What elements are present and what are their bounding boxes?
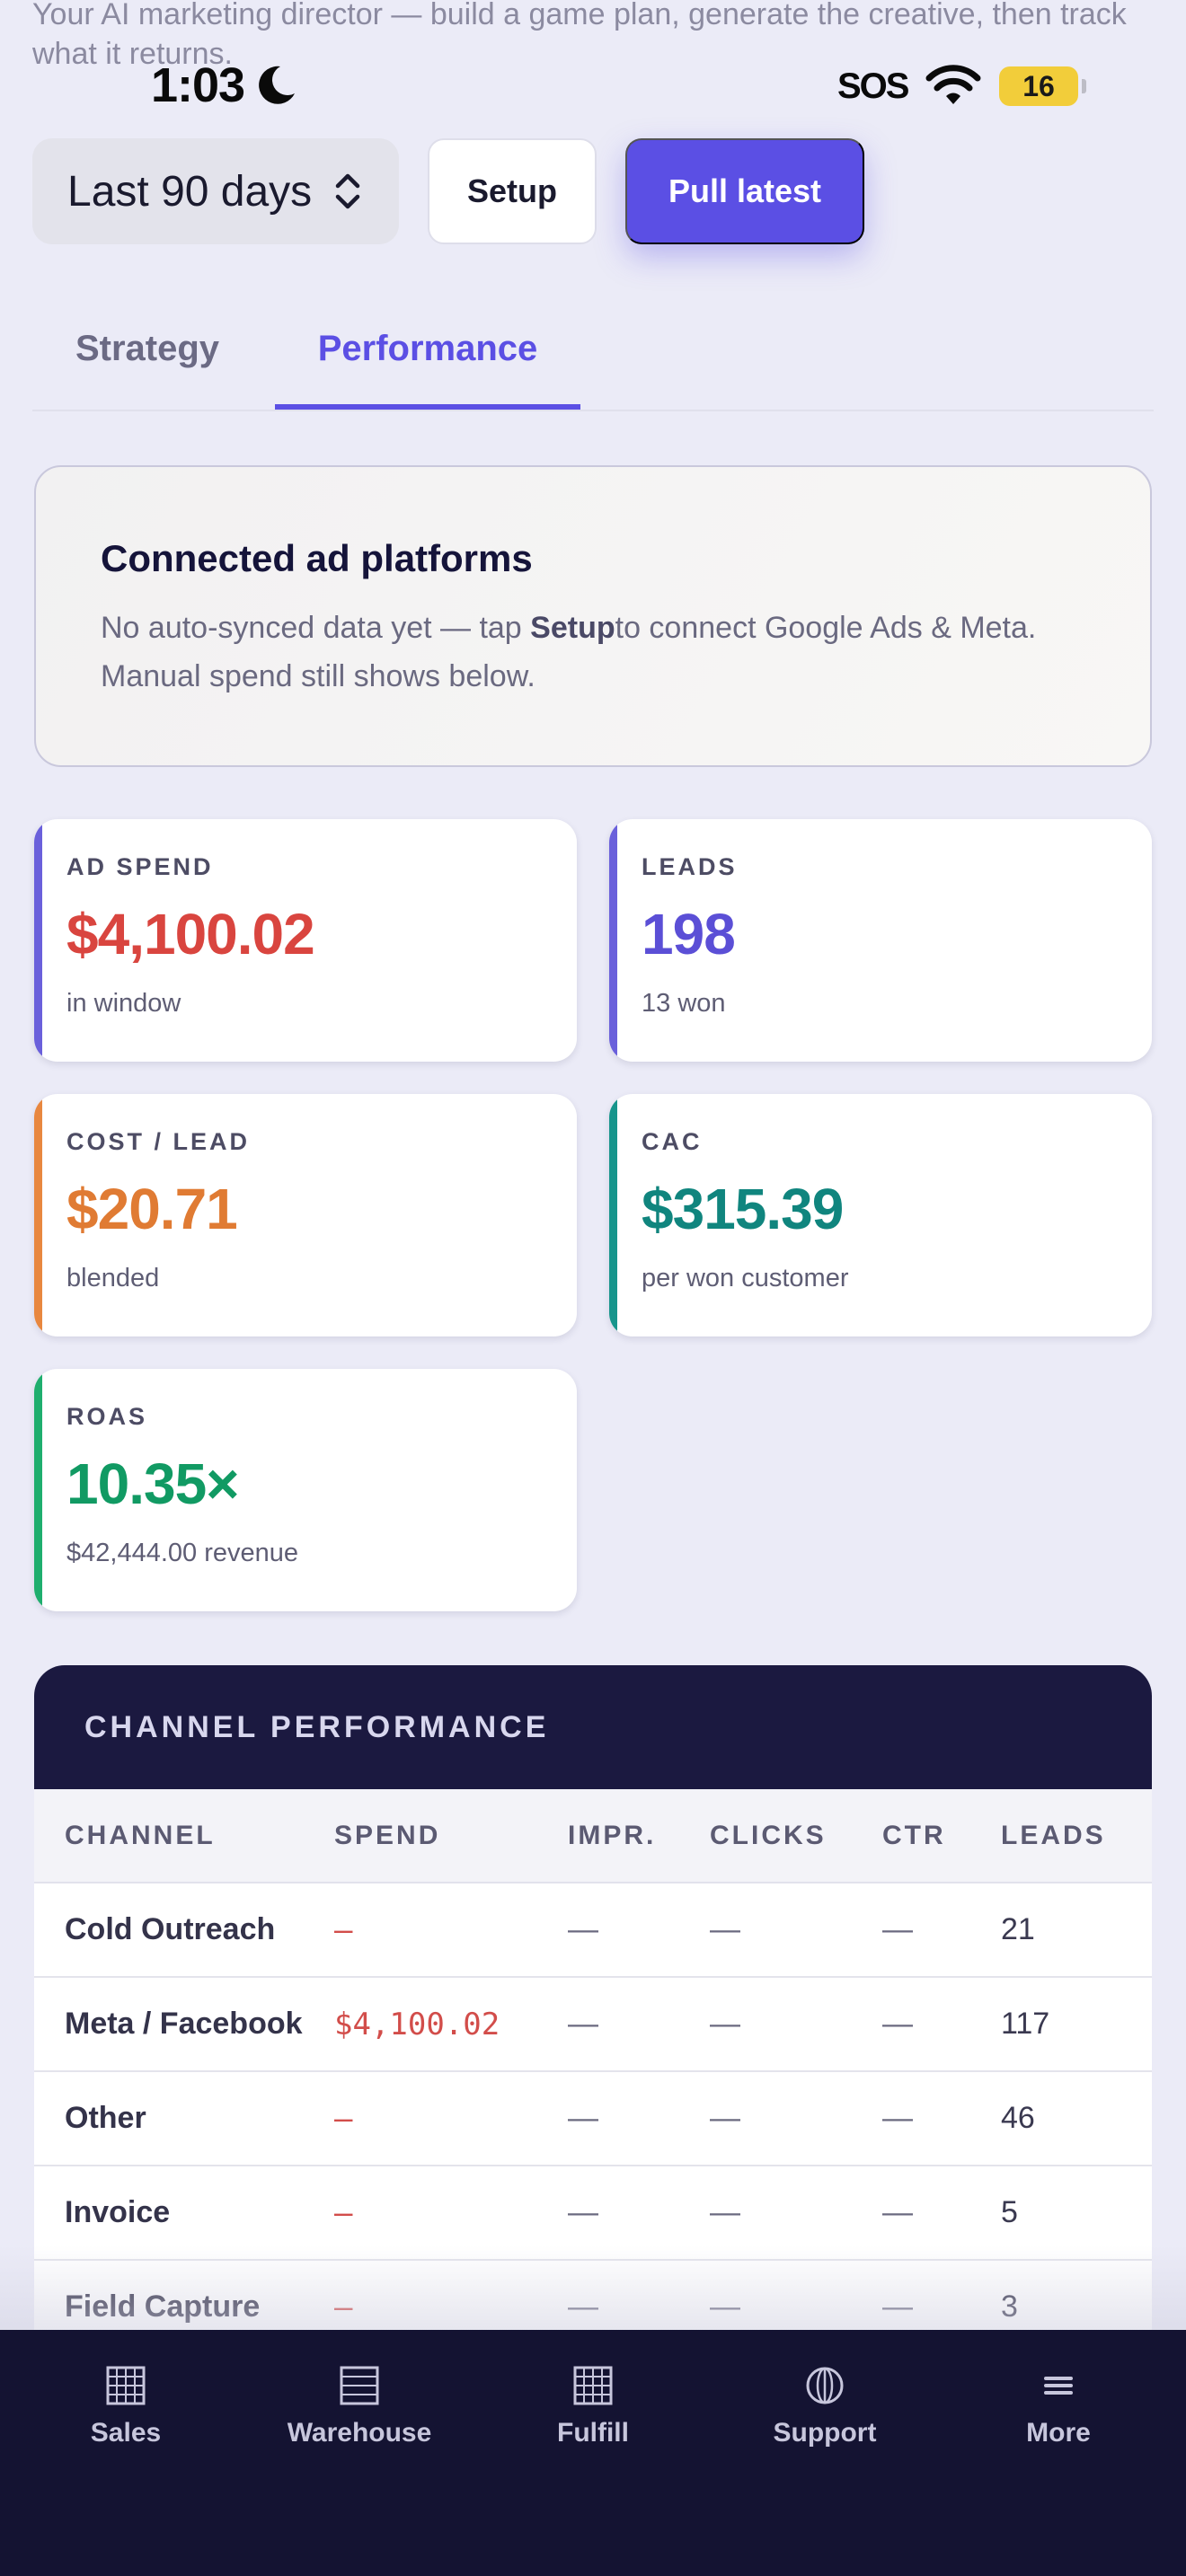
cell-leads: 46 <box>1001 2071 1152 2166</box>
status-time: 1:03 <box>151 58 245 112</box>
grid-icon <box>573 2366 613 2405</box>
cell-clicks: — <box>710 2071 882 2166</box>
globe-icon <box>806 2367 844 2404</box>
kpi-sub: 13 won <box>642 989 726 1018</box>
status-bar: 1:03 SOS 16 <box>0 54 1186 117</box>
tab-strategy[interactable]: Strategy <box>32 305 262 410</box>
column-header-leads[interactable]: LEADS <box>1001 1789 1152 1883</box>
cell-impressions: — <box>568 2071 710 2166</box>
list-icon <box>340 2366 379 2405</box>
kpi-ad-spend: AD SPEND $4,100.02 in window <box>34 819 577 1062</box>
kpi-value: $4,100.02 <box>66 902 315 966</box>
cell-impressions: — <box>568 1883 710 1978</box>
connected-platforms-card: Connected ad platforms No auto-synced da… <box>34 465 1152 767</box>
kpi-sub: in window <box>66 989 181 1018</box>
cell-channel: Meta / Facebook <box>34 1977 334 2072</box>
kpi-cost-per-lead: COST / LEAD $20.71 blended <box>34 1094 577 1337</box>
date-range-label: Last 90 days <box>67 167 313 216</box>
kpi-label: AD SPEND <box>66 853 214 880</box>
cell-ctr: — <box>882 1883 1001 1978</box>
kpi-sub: blended <box>66 1264 160 1292</box>
cell-clicks: — <box>710 2166 882 2261</box>
cell-spend: — <box>334 2166 568 2261</box>
kpi-value: 198 <box>642 902 736 966</box>
cell-spend: — <box>334 1883 568 1978</box>
table-row[interactable]: Cold Outreach — — — — 21 <box>34 1883 1152 1978</box>
kpi-value: 10.35× <box>66 1451 240 1516</box>
channel-table: CHANNEL SPEND IMPR. CLICKS CTR LEADS Col… <box>34 1789 1152 2355</box>
kpi-label: COST / LEAD <box>66 1128 251 1155</box>
cell-clicks: — <box>710 1977 882 2072</box>
kpi-label: CAC <box>642 1128 703 1155</box>
wifi-icon <box>925 65 981 104</box>
cell-leads: 5 <box>1001 2166 1152 2261</box>
table-row[interactable]: Invoice — — — — 5 <box>34 2166 1152 2261</box>
cell-impressions: — <box>568 1977 710 2072</box>
nav-item-more[interactable]: More <box>969 2366 1148 2448</box>
cell-spend: — <box>334 2071 568 2166</box>
kpi-roas: ROAS 10.35× $42,444.00 revenue <box>34 1369 577 1611</box>
kpi-leads: LEADS 198 13 won <box>609 819 1152 1062</box>
grid-icon <box>106 2366 146 2405</box>
cell-channel: Invoice <box>34 2166 334 2261</box>
status-carrier: SOS <box>837 66 909 106</box>
column-header-channel[interactable]: CHANNEL <box>34 1789 334 1883</box>
setup-button[interactable]: Setup <box>428 138 597 244</box>
cell-ctr: — <box>882 1977 1001 2072</box>
chevron-up-down-icon <box>335 173 360 209</box>
table-header-row: CHANNEL SPEND IMPR. CLICKS CTR LEADS <box>34 1789 1152 1883</box>
kpi-value: $20.71 <box>66 1177 238 1241</box>
kpi-sub: per won customer <box>642 1264 849 1292</box>
column-header-ctr[interactable]: CTR <box>882 1789 1001 1883</box>
setup-link[interactable]: Setup <box>530 611 615 645</box>
cell-leads: 21 <box>1001 1883 1152 1978</box>
nav-item-sales[interactable]: Sales <box>36 2366 216 2448</box>
moon-icon <box>259 66 295 104</box>
channel-performance-title: CHANNEL PERFORMANCE <box>34 1665 1152 1789</box>
cell-channel: Other <box>34 2071 334 2166</box>
menu-icon <box>1044 2377 1073 2395</box>
nav-label: Sales <box>90 2418 162 2448</box>
kpi-cac: CAC $315.39 per won customer <box>609 1094 1152 1337</box>
cell-clicks: — <box>710 1883 882 1978</box>
date-range-select[interactable]: Last 90 days <box>32 138 399 244</box>
kpi-label: ROAS <box>66 1403 148 1430</box>
connected-platforms-body: No auto-synced data yet — tap Setupto co… <box>101 611 1037 693</box>
nav-item-warehouse[interactable]: Warehouse <box>270 2366 449 2448</box>
battery-indicator: 16 <box>999 66 1086 106</box>
connected-platforms-title: Connected ad platforms <box>101 537 533 579</box>
cell-ctr: — <box>882 2071 1001 2166</box>
table-row[interactable]: Meta / Facebook $4,100.02 — — — 117 <box>34 1977 1152 2072</box>
table-row[interactable]: Other — — — — 46 <box>34 2071 1152 2166</box>
nav-item-fulfill[interactable]: Fulfill <box>503 2366 683 2448</box>
cell-impressions: — <box>568 2166 710 2261</box>
tab-performance[interactable]: Performance <box>275 305 580 410</box>
cell-ctr: — <box>882 2166 1001 2261</box>
cell-channel: Cold Outreach <box>34 1883 334 1978</box>
nav-label: Warehouse <box>287 2418 432 2448</box>
column-header-clicks[interactable]: CLICKS <box>710 1789 882 1883</box>
cell-spend: $4,100.02 <box>334 1977 568 2072</box>
cell-leads: 117 <box>1001 1977 1152 2072</box>
tab-bar: Strategy Performance <box>32 305 1154 411</box>
kpi-label: LEADS <box>642 853 738 880</box>
nav-label: Fulfill <box>557 2418 629 2448</box>
bottom-nav: Sales Warehouse Fulfill Support More <box>0 2330 1186 2576</box>
column-header-impressions[interactable]: IMPR. <box>568 1789 710 1883</box>
nav-label: More <box>1026 2418 1091 2448</box>
pull-latest-button[interactable]: Pull latest <box>625 138 864 244</box>
kpi-sub: $42,444.00 revenue <box>66 1539 298 1567</box>
nav-label: Support <box>773 2418 877 2448</box>
kpi-value: $315.39 <box>642 1177 844 1241</box>
nav-item-support[interactable]: Support <box>735 2366 915 2448</box>
column-header-spend[interactable]: SPEND <box>334 1789 568 1883</box>
